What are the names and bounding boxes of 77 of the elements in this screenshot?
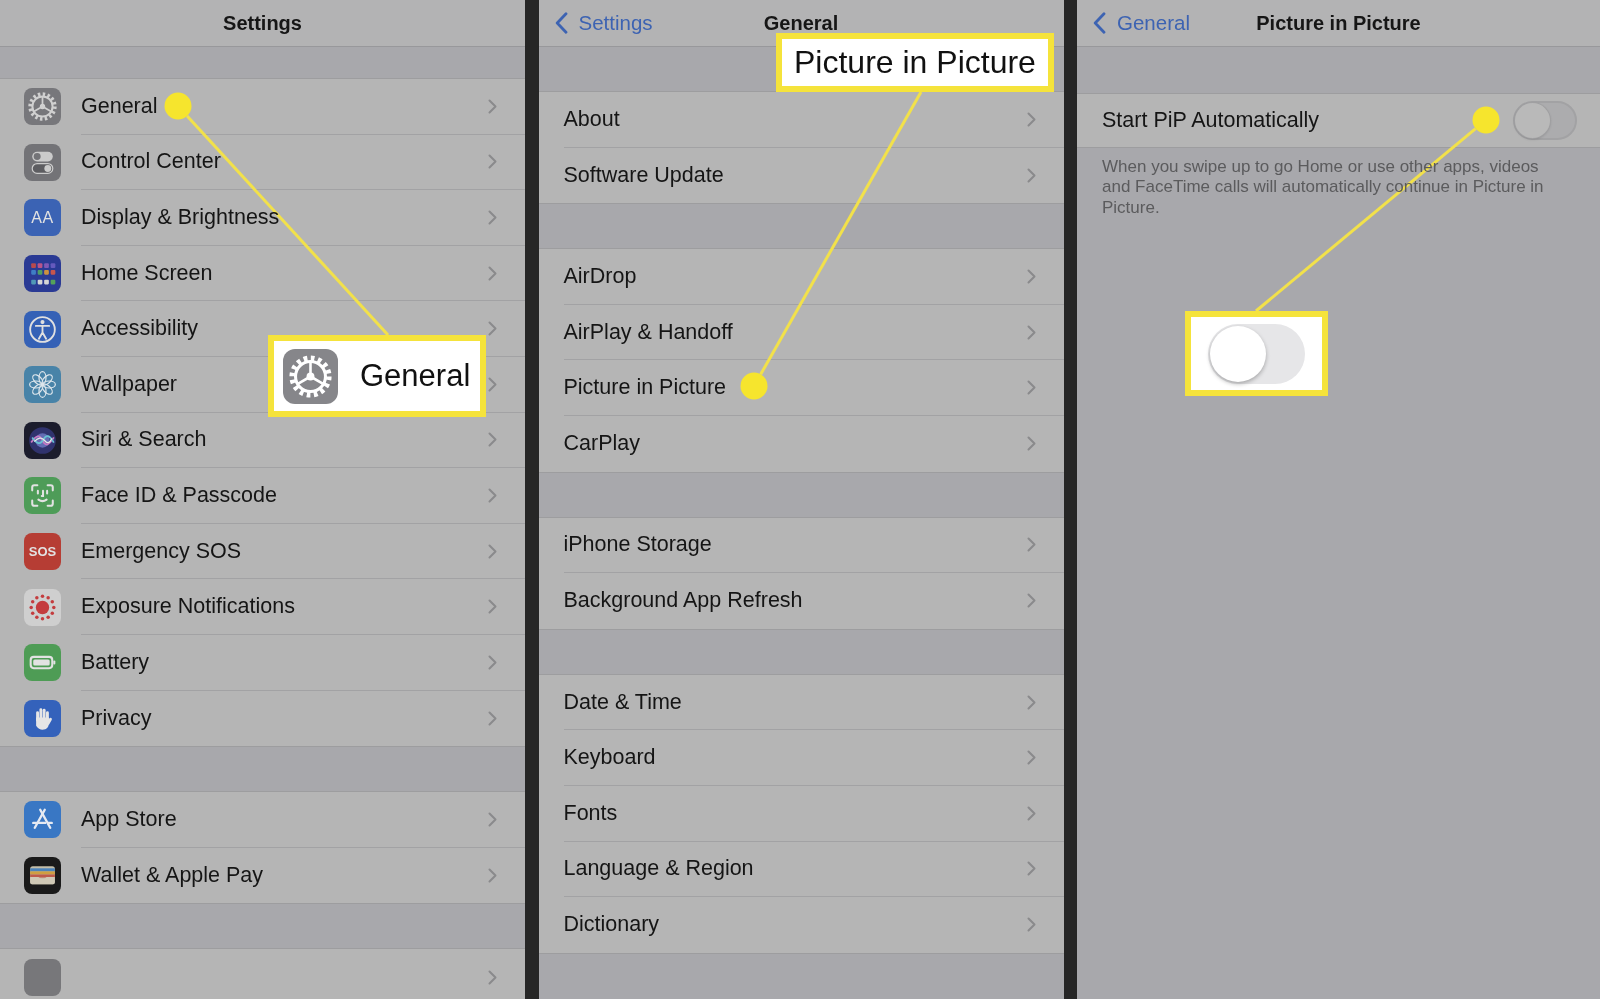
toggle-switch[interactable] (1208, 323, 1305, 384)
settings-row[interactable]: AirDrop (538, 249, 1064, 305)
nav-title: Picture in Picture (1256, 11, 1421, 35)
chevron-right-icon (1026, 380, 1036, 396)
chevron-right-icon (488, 98, 497, 114)
settings-row[interactable]: CarPlay (538, 415, 1064, 472)
toggles-icon (24, 143, 61, 181)
chevron-right-icon (1026, 269, 1036, 284)
chevron-right-icon (488, 432, 497, 448)
chevron-right-icon (488, 265, 497, 281)
chevron-right-icon (488, 210, 497, 225)
settings-row[interactable]: Keyboard (538, 730, 1064, 786)
chevron-right-icon (1026, 324, 1036, 340)
chevron-left-icon (1093, 12, 1106, 34)
toggle-switch[interactable] (1513, 101, 1577, 140)
settings-row[interactable]: Exposure Notifications (0, 579, 525, 635)
settings-row[interactable]: Home Screen (0, 245, 525, 302)
chevron-right-icon (488, 654, 497, 670)
swirl-orb-icon (24, 421, 61, 459)
hand-icon (24, 699, 61, 737)
chevron-right-icon (1026, 805, 1036, 821)
settings-row[interactable]: Wallet & Apple Pay (0, 847, 525, 904)
chevron-right-icon (1026, 111, 1036, 127)
chevron-right-icon (488, 154, 497, 170)
settings-row[interactable]: Dictionary (538, 897, 1064, 953)
marker-dot-icon (164, 92, 192, 120)
chevron-right-icon (488, 321, 497, 337)
battery-icon (24, 644, 61, 682)
row-label: Start PiP Automatically (1102, 108, 1320, 133)
gear-icon (24, 88, 61, 126)
chevron-right-icon (488, 969, 497, 985)
settings-row[interactable]: iPhone Storage (538, 517, 1064, 574)
chevron-right-icon (1026, 436, 1036, 452)
chevron-right-icon (488, 543, 497, 559)
settings-row[interactable]: Fonts (538, 785, 1064, 842)
chevron-right-icon (1026, 593, 1036, 609)
chevron-right-icon (488, 710, 497, 726)
nav-title: Settings (223, 11, 302, 35)
nav-title: General (763, 11, 839, 35)
chevron-right-icon (1026, 861, 1036, 877)
app-grid-icon (24, 255, 61, 293)
settings-row[interactable]: App Store (0, 792, 525, 848)
settings-row[interactable]: Background App Refresh (538, 573, 1064, 629)
chevron-right-icon (1026, 750, 1036, 766)
chevron-right-icon (1026, 694, 1036, 710)
settings-row[interactable]: Privacy (0, 690, 525, 747)
chevron-right-icon (488, 376, 497, 392)
settings-row[interactable]: Software Update (538, 147, 1064, 204)
face-scan-icon (24, 477, 61, 515)
a-logo-icon (24, 801, 61, 839)
chevron-right-icon (1026, 167, 1036, 183)
wallet-icon (24, 857, 61, 894)
settings-row[interactable]: Control Center (0, 134, 525, 191)
chevron-right-icon (488, 599, 497, 615)
chevron-right-icon (488, 487, 497, 503)
settings-row[interactable]: Battery (0, 634, 525, 691)
settings-row[interactable]: Language & Region (538, 841, 1064, 898)
dotted-sun-icon (24, 588, 61, 626)
chevron-right-icon (488, 811, 497, 827)
settings-row[interactable]: SOS Emergency SOS (0, 523, 525, 580)
chevron-right-icon (1026, 537, 1036, 553)
letters-icon: AA (24, 199, 61, 237)
settings-row[interactable]: AA Display & Brightness (0, 190, 525, 246)
app-tile-icon (24, 958, 61, 996)
callout-text: Picture in Picture (794, 44, 1036, 81)
marker-dot-icon (1472, 106, 1500, 134)
settings-row[interactable]: AirPlay & Handoff (538, 304, 1064, 361)
chevron-left-icon (554, 12, 568, 34)
chevron-right-icon (488, 868, 497, 883)
marker-dot-icon (740, 372, 768, 400)
chevron-right-icon (1026, 917, 1036, 933)
callout-text: General (360, 358, 471, 394)
gear-icon (283, 348, 338, 404)
flower-icon (24, 366, 61, 404)
settings-row[interactable]: Face ID & Passcode (0, 468, 525, 524)
settings-row[interactable]: Date & Time (538, 674, 1064, 731)
sos-icon: SOS (24, 533, 61, 571)
